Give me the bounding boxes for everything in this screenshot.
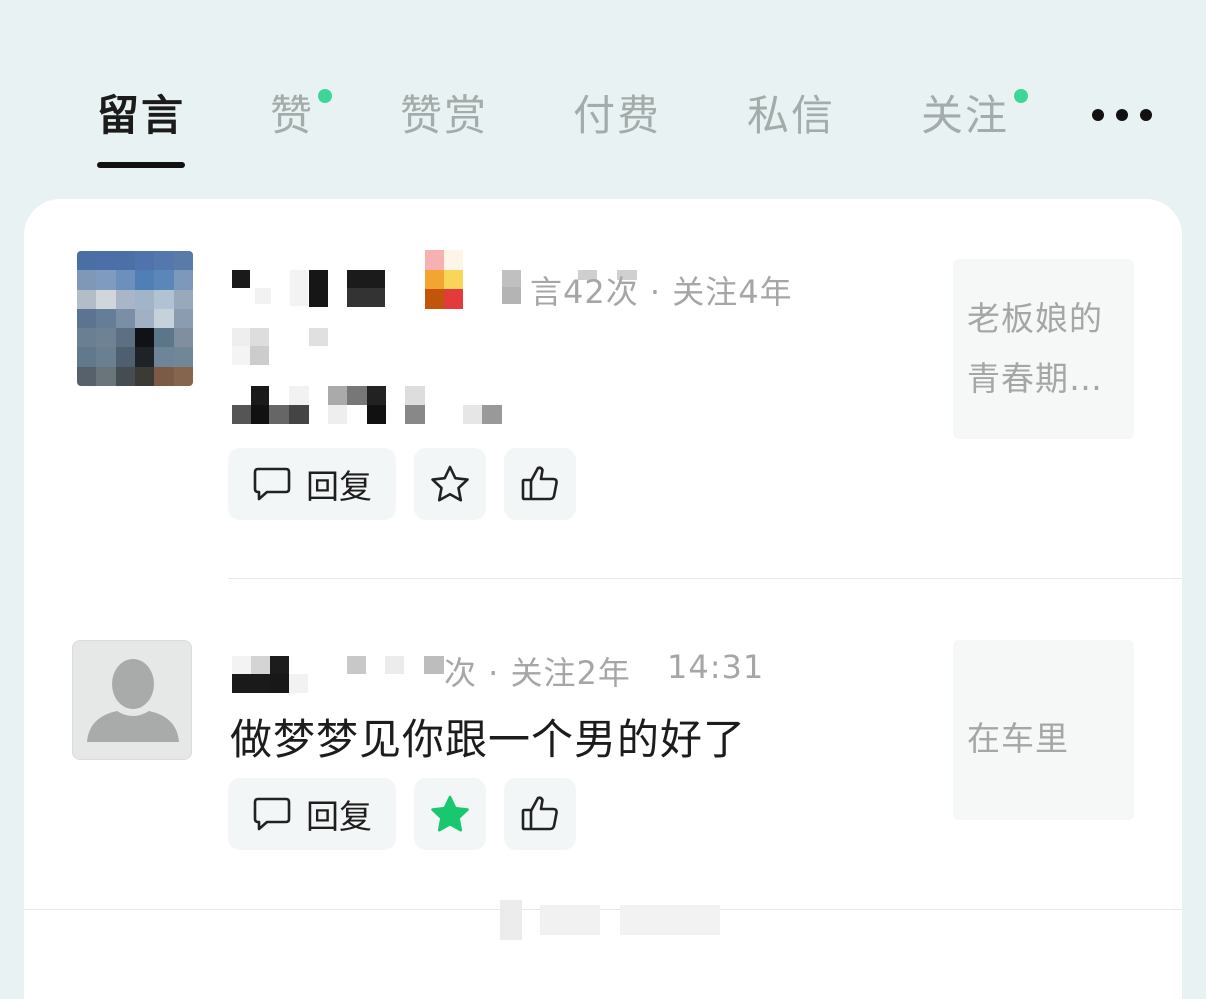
tab-likes[interactable]: 赞 — [270, 88, 314, 148]
tab-follows[interactable]: 关注 — [921, 88, 1009, 148]
article-thumbnail[interactable]: 在车里 — [953, 640, 1134, 820]
likes-badge-dot — [318, 89, 332, 103]
reply-button[interactable]: 回复 — [228, 448, 396, 520]
tab-bar: 留言 赞 赞赏 付费 私信 关注 — [0, 0, 1206, 200]
follows-badge-dot — [1014, 89, 1028, 103]
comment-text: 做梦梦见你跟一个男的好了 — [230, 715, 747, 764]
tab-paid[interactable]: 付费 — [573, 88, 661, 148]
comment-meta: 言42次 · 关注4年 — [530, 273, 793, 311]
like-button[interactable] — [504, 448, 576, 520]
article-title: 在车里 — [967, 719, 1069, 758]
active-tab-indicator — [97, 162, 185, 168]
tab-comments[interactable]: 留言 — [97, 88, 185, 148]
star-filled-icon — [429, 794, 471, 834]
comment-meta: 次 · 关注2年 — [444, 654, 631, 692]
star-outline-icon — [429, 464, 471, 504]
reply-label: 回复 — [306, 467, 372, 506]
tab-messages[interactable]: 私信 — [747, 88, 835, 148]
article-title-line2: 青春期… — [967, 359, 1103, 398]
reply-button[interactable]: 回复 — [228, 778, 396, 850]
avatar[interactable] — [77, 251, 193, 386]
default-avatar[interactable] — [72, 640, 192, 760]
person-silhouette-icon — [87, 659, 179, 742]
article-title-line1: 老板娘的 — [967, 299, 1103, 338]
star-button[interactable] — [414, 778, 486, 850]
more-horizontal-icon[interactable] — [1092, 108, 1152, 122]
article-thumbnail[interactable]: 老板娘的 青春期… — [953, 259, 1134, 439]
divider — [228, 578, 1182, 579]
thumbs-up-icon — [520, 464, 560, 504]
thumbs-up-icon — [520, 794, 560, 834]
like-button[interactable] — [504, 778, 576, 850]
divider — [24, 909, 1182, 910]
star-button[interactable] — [414, 448, 486, 520]
comment-time: 14:31 — [667, 648, 765, 686]
tab-rewards[interactable]: 赞赏 — [400, 88, 488, 148]
comment-bubble-icon — [252, 466, 292, 502]
comment-bubble-icon — [252, 796, 292, 832]
reply-label: 回复 — [306, 797, 372, 836]
